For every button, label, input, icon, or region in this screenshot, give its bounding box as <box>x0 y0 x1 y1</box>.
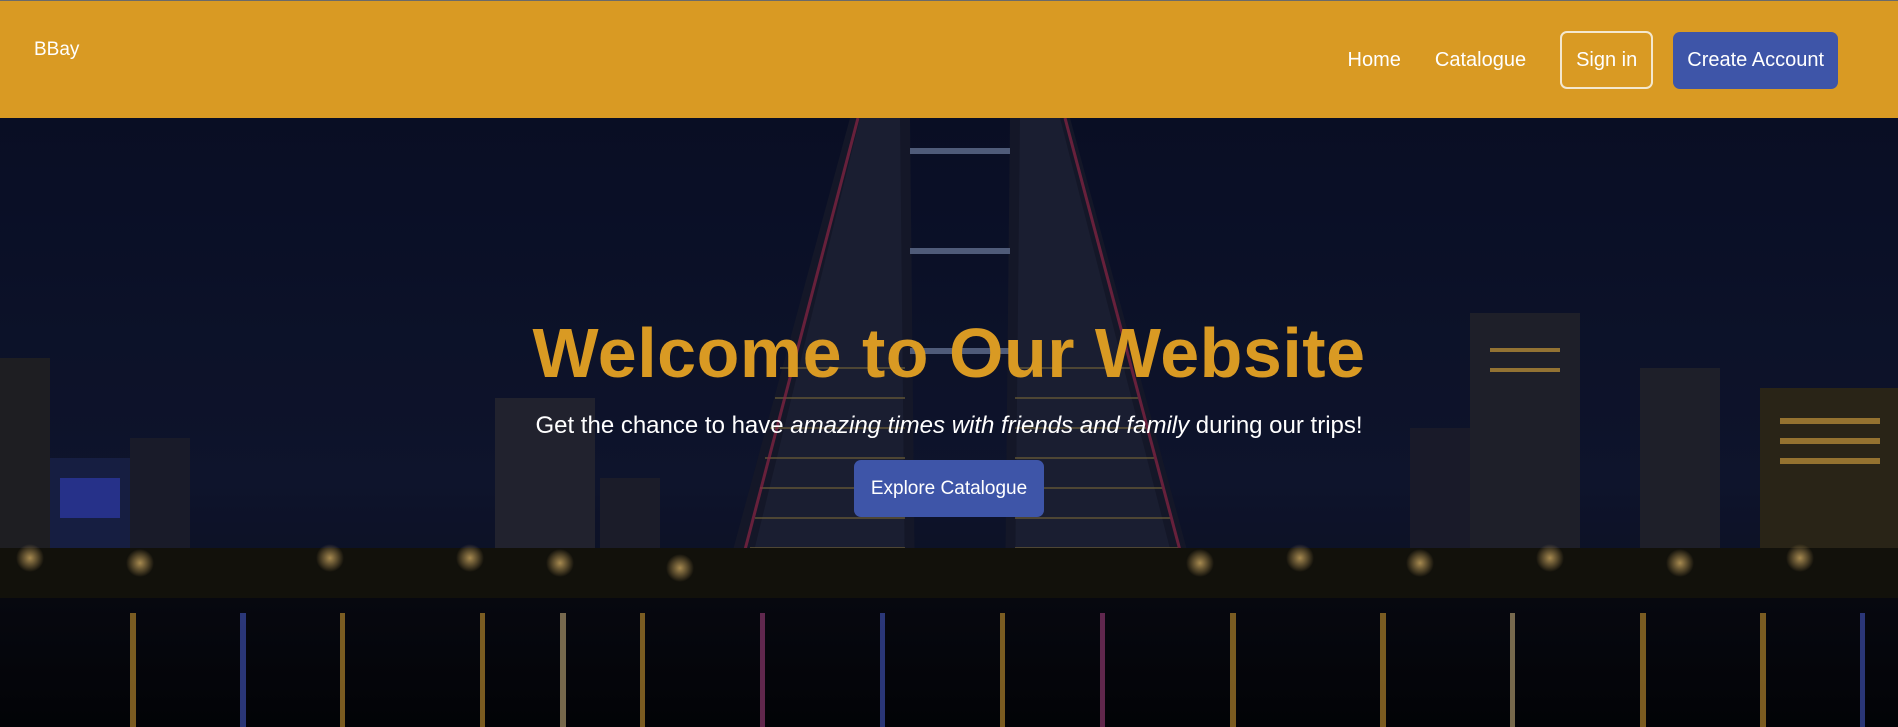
explore-catalogue-button[interactable]: Explore Catalogue <box>854 460 1044 517</box>
navbar: BBay Home Catalogue Sign in Create Accou… <box>0 0 1898 118</box>
hero-content: Welcome to Our Website Get the chance to… <box>0 318 1898 517</box>
hero-title: Welcome to Our Website <box>532 314 1366 392</box>
nav-link-home[interactable]: Home <box>1348 49 1401 72</box>
brand-logo[interactable]: BBay <box>34 39 79 61</box>
hero-subtitle: Get the chance to have amazing times wit… <box>0 412 1898 440</box>
hero-subtitle-start: Get the chance to have <box>535 412 791 439</box>
hero-subtitle-end: during our trips! <box>1189 412 1363 439</box>
nav-link-catalogue[interactable]: Catalogue <box>1435 49 1526 72</box>
hero-section: Welcome to Our Website Get the chance to… <box>0 118 1898 727</box>
nav-menu: Home Catalogue Sign in Create Account <box>1348 30 1838 90</box>
hero-subtitle-emphasis: amazing times with friends and family <box>790 412 1190 439</box>
create-account-button[interactable]: Create Account <box>1673 31 1838 89</box>
sign-in-button[interactable]: Sign in <box>1560 31 1654 89</box>
page: BBay Home Catalogue Sign in Create Accou… <box>0 0 1898 727</box>
